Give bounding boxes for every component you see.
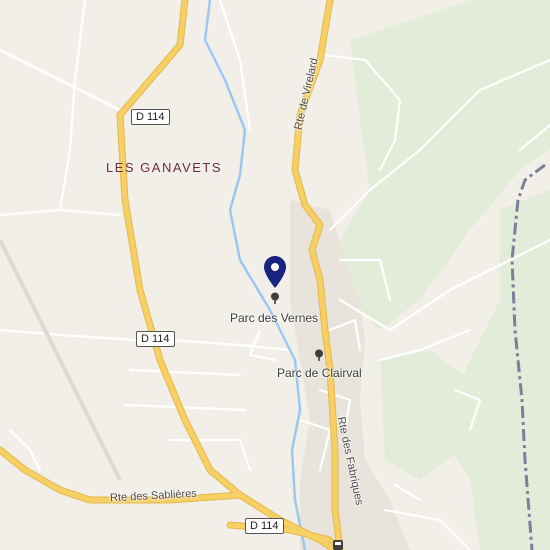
map-canvas[interactable]: D 114 D 114 D 114 LES GANAVETS Rte de Vi…	[0, 0, 550, 550]
park-tree-icon[interactable]	[313, 349, 325, 361]
poi-label-parc-des-vernes[interactable]: Parc des Vernes	[230, 311, 318, 325]
location-pin-icon[interactable]	[264, 256, 286, 288]
park-tree-icon[interactable]	[269, 292, 281, 304]
road-shield-d114-north: D 114	[131, 109, 170, 125]
place-label-les-ganavets: LES GANAVETS	[106, 160, 223, 175]
road-shield-d114-south: D 114	[245, 518, 284, 534]
bus-stop-icon[interactable]	[333, 540, 343, 550]
road-shield-d114-middle: D 114	[136, 331, 175, 347]
poi-label-parc-de-clairval[interactable]: Parc de Clairval	[277, 366, 362, 380]
